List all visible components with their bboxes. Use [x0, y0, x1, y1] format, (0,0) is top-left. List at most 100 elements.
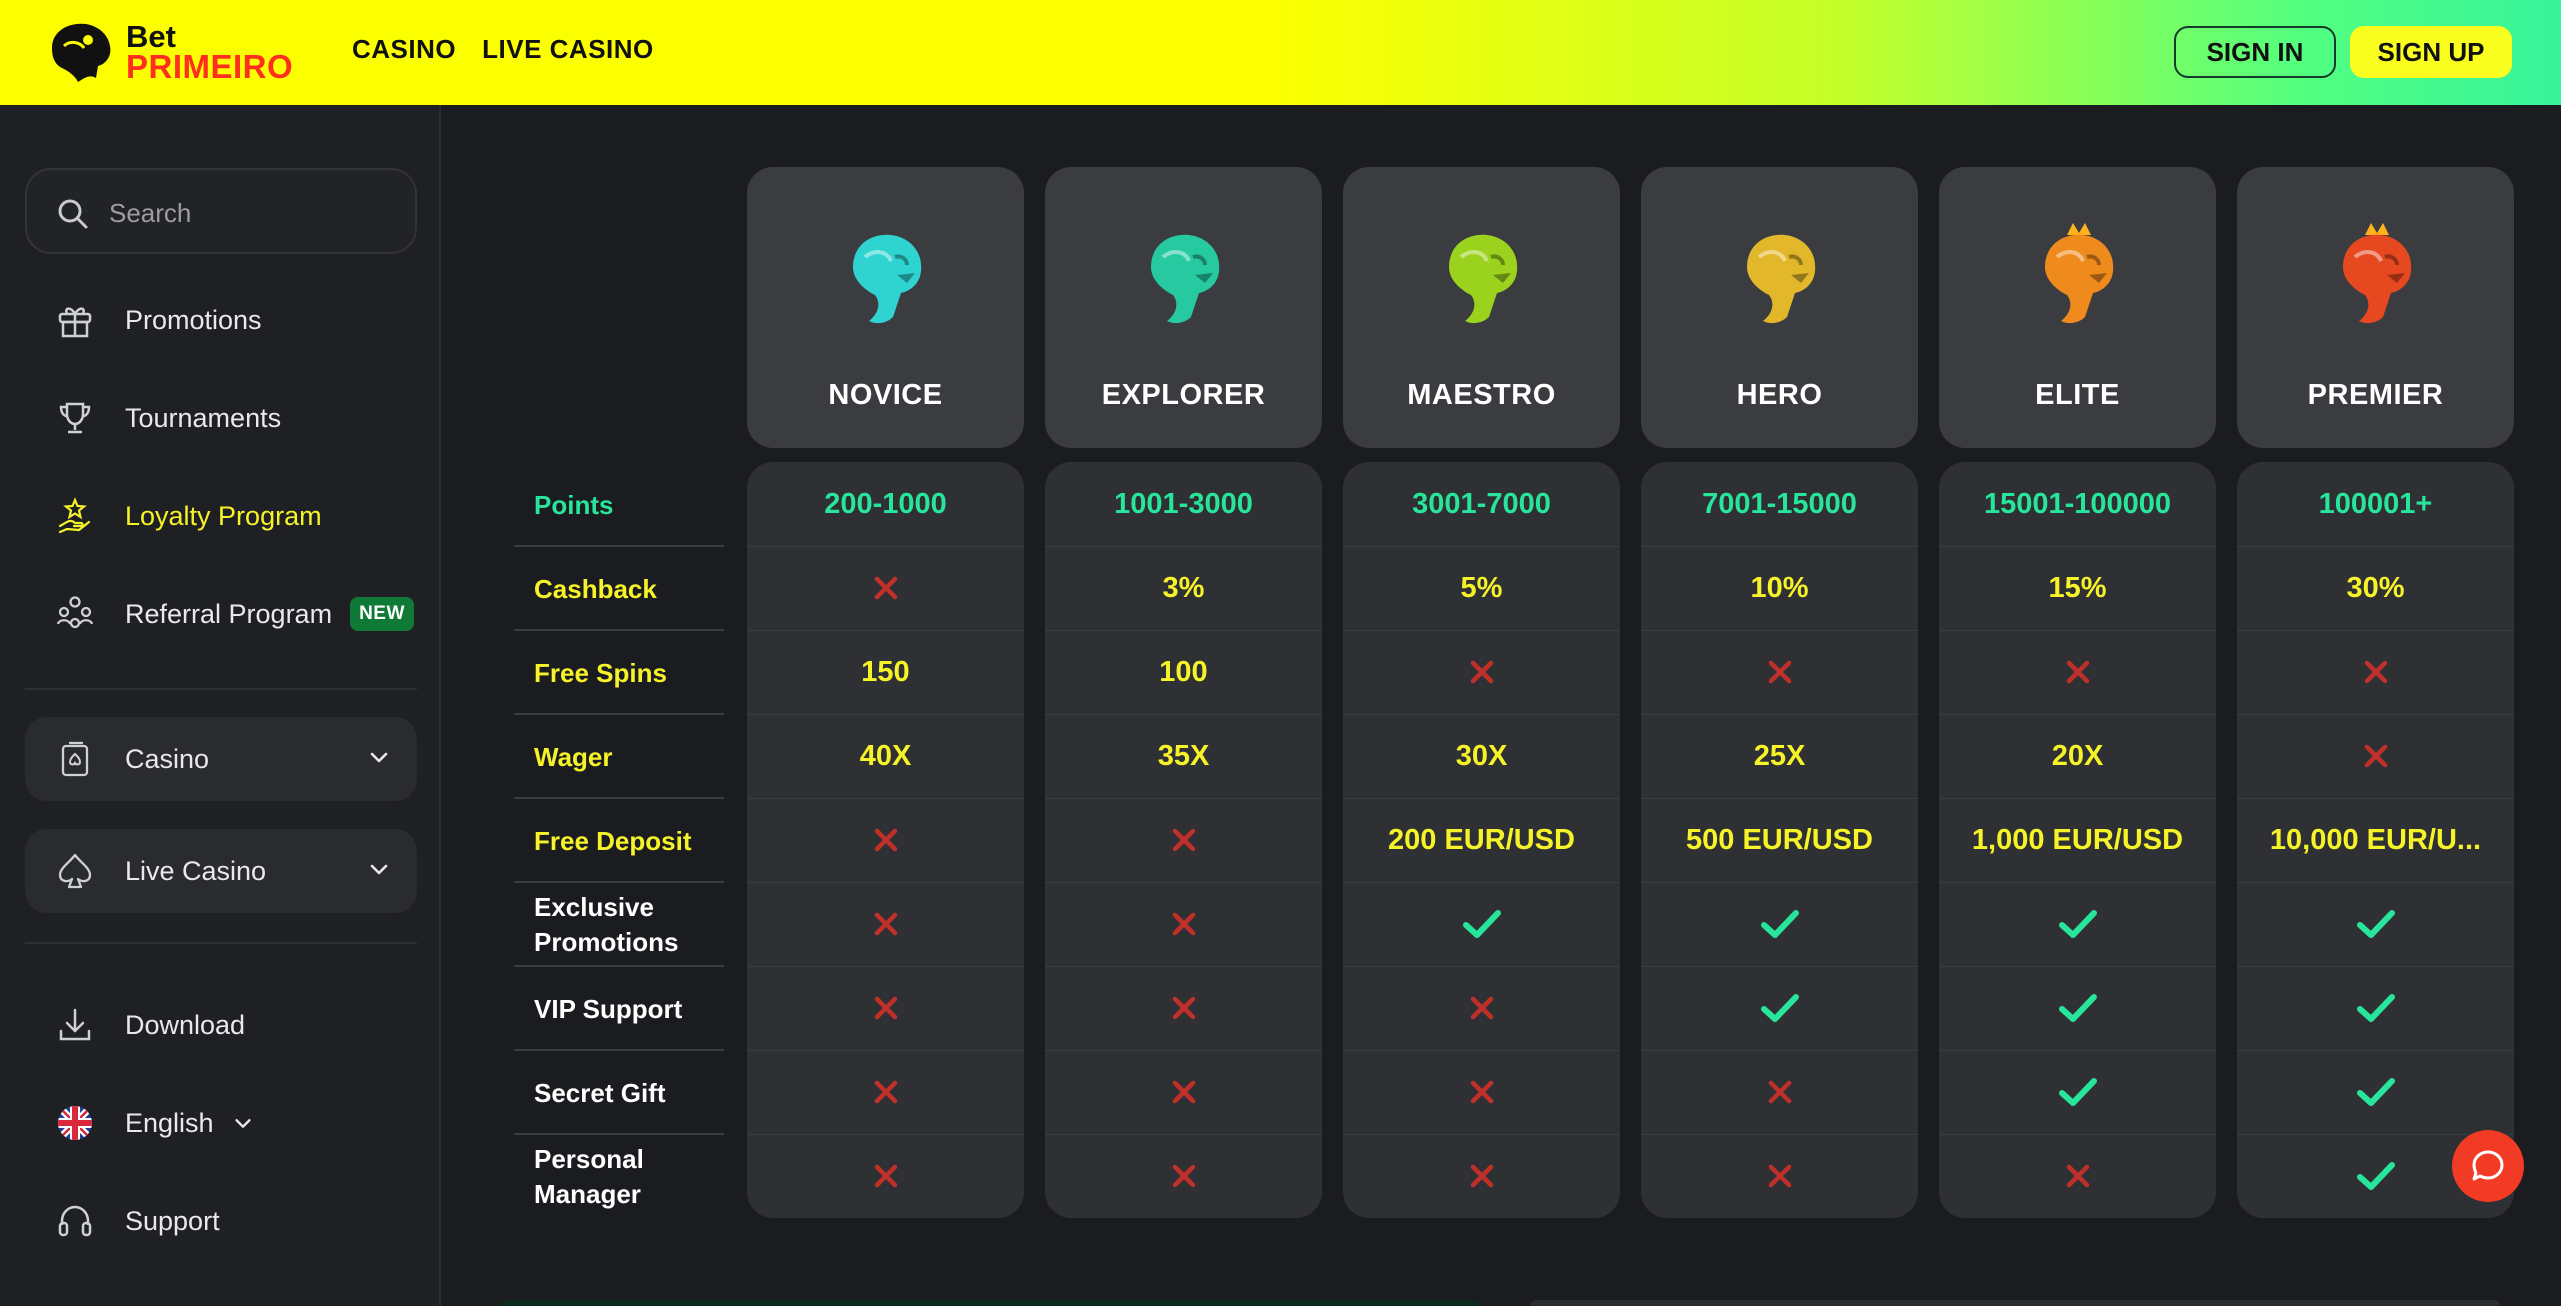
row-separator: [1939, 966, 2216, 967]
cross-icon: [1045, 798, 1322, 882]
row-separator: [2237, 714, 2514, 715]
betprimeiro-logo[interactable]: Bet PRIMEIRO: [44, 18, 293, 86]
tier-value-cashback: 3%: [1162, 571, 1205, 604]
row-separator: [1641, 966, 1918, 967]
sidebar-item-referral-program[interactable]: Referral Program NEW: [25, 574, 417, 654]
chevron-down-icon[interactable]: [367, 745, 391, 769]
language-label: English: [125, 1107, 214, 1138]
tier-value-free-deposit: 1,000 EUR/USD: [1971, 823, 2184, 856]
cross-icon: [747, 966, 1024, 1050]
tier-value-points: 15001-100000: [1983, 487, 2172, 520]
spade-icon: [58, 853, 92, 889]
tier-value-points: 3001-7000: [1412, 487, 1551, 520]
sidebar-item-tournaments[interactable]: Tournaments: [25, 378, 417, 458]
tier-emblem-icon: [1747, 234, 1816, 324]
cross-icon: [1343, 966, 1620, 1050]
tier-name: EXPLORER: [1101, 379, 1266, 411]
row-separator: [1343, 1134, 1620, 1135]
sidebar-divider: [25, 688, 417, 690]
row-separator: [1045, 882, 1322, 883]
sign-in-button[interactable]: SIGN IN: [2174, 26, 2336, 78]
sign-up-button[interactable]: SIGN UP: [2350, 26, 2512, 78]
chat-bubble-icon: [2472, 1150, 2504, 1181]
row-label-cashback: Cashback: [534, 573, 657, 604]
row-separator: [1343, 1050, 1620, 1051]
row-label-wager: Wager: [534, 741, 613, 772]
cross-icon: [1045, 882, 1322, 966]
language-selector[interactable]: English: [25, 1083, 417, 1163]
row-separator: [1939, 630, 2216, 631]
tier-value-cashback: 10%: [1750, 571, 1809, 604]
sidebar-item-label: Download: [125, 1009, 246, 1040]
tier-value-points: 1001-3000: [1114, 487, 1253, 520]
row-separator: [1045, 966, 1322, 967]
row-separator: [1045, 1134, 1322, 1135]
sidebar-item-label: Referral Program: [125, 598, 333, 629]
nav-live-casino[interactable]: LIVE CASINO: [482, 34, 654, 65]
nav-casino[interactable]: CASINO: [352, 34, 456, 65]
sidebar-group-live-casino[interactable]: Live Casino: [25, 829, 417, 913]
cross-icon: [1343, 1134, 1620, 1218]
casino-cards-icon: [61, 741, 89, 777]
tier-value-wager: 20X: [2051, 739, 2104, 772]
tier-value-free-spins: 100: [1159, 655, 1208, 688]
tier-value-free-deposit: 200 EUR/USD: [1388, 823, 1575, 856]
top-header: Bet PRIMEIRO CASINO LIVE CASINO SIGN IN …: [0, 0, 2561, 105]
new-badge: NEW: [350, 597, 414, 631]
tier-value-free-deposit: 500 EUR/USD: [1686, 823, 1873, 856]
cross-icon: [747, 546, 1024, 630]
cross-icon: [747, 798, 1024, 882]
uk-flag-icon: [58, 1106, 92, 1140]
cross-icon: [1641, 1050, 1918, 1134]
row-separator: [1939, 1134, 2216, 1135]
tier-name: HERO: [1736, 379, 1823, 411]
row-separator: [1343, 630, 1620, 631]
check-icon: [1343, 882, 1620, 966]
search-input[interactable]: [107, 190, 401, 236]
chevron-down-icon[interactable]: [232, 1112, 254, 1134]
check-icon: [1939, 882, 2216, 966]
row-separator: [1939, 1050, 2216, 1051]
row-separator: [1641, 714, 1918, 715]
sidebar-group-label: Casino: [125, 743, 210, 774]
tier-name: MAESTRO: [1407, 379, 1556, 411]
row-separator: [1641, 630, 1918, 631]
tier-emblem-icon: [1449, 234, 1518, 324]
row-separator: [1641, 1134, 1918, 1135]
check-icon: [1939, 966, 2216, 1050]
row-separator: [747, 798, 1024, 799]
sidebar-item-loyalty-program[interactable]: Loyalty Program: [25, 476, 417, 556]
trophy-icon: [59, 402, 91, 434]
referral-people-icon: [56, 596, 94, 629]
banner-edge: [1530, 1300, 2500, 1306]
row-separator: [1939, 546, 2216, 547]
tier-benefits-explorer: 1001-3000 3% 100 35X: [1045, 462, 1322, 1218]
sidebar-item-promotions[interactable]: Promotions: [25, 280, 417, 360]
cross-icon: [1641, 630, 1918, 714]
check-icon: [2237, 1050, 2514, 1134]
row-separator: [1343, 714, 1620, 715]
row-separator: [2237, 546, 2514, 547]
tier-name: ELITE: [2035, 379, 2120, 411]
live-chat-button[interactable]: [2452, 1130, 2524, 1202]
sidebar-group-casino[interactable]: Casino: [25, 717, 417, 801]
tier-card-maestro: MAESTRO: [1343, 167, 1620, 448]
gift-icon: [58, 307, 92, 338]
sidebar-item-support[interactable]: Support: [25, 1181, 417, 1261]
check-icon: [2237, 966, 2514, 1050]
tier-benefits-premier: 100001+ 30% 10,000 EUR/U...: [2237, 462, 2514, 1218]
tier-benefits-maestro: 3001-7000 5% 30X 200 EUR/USD: [1343, 462, 1620, 1218]
search-icon: [58, 199, 88, 229]
row-separator: [1641, 798, 1918, 799]
row-separator: [1045, 798, 1322, 799]
cross-icon: [747, 1050, 1024, 1134]
sidebar-item-download[interactable]: Download: [25, 985, 417, 1065]
row-separator: [1939, 882, 2216, 883]
tier-card-explorer: EXPLORER: [1045, 167, 1322, 448]
row-separator: [2237, 798, 2514, 799]
tier-value-wager: 40X: [859, 739, 912, 772]
chevron-down-icon[interactable]: [367, 857, 391, 881]
search-box[interactable]: [25, 168, 417, 254]
row-label-points: Points: [534, 489, 614, 520]
row-label-free-deposit: Free Deposit: [534, 825, 692, 856]
